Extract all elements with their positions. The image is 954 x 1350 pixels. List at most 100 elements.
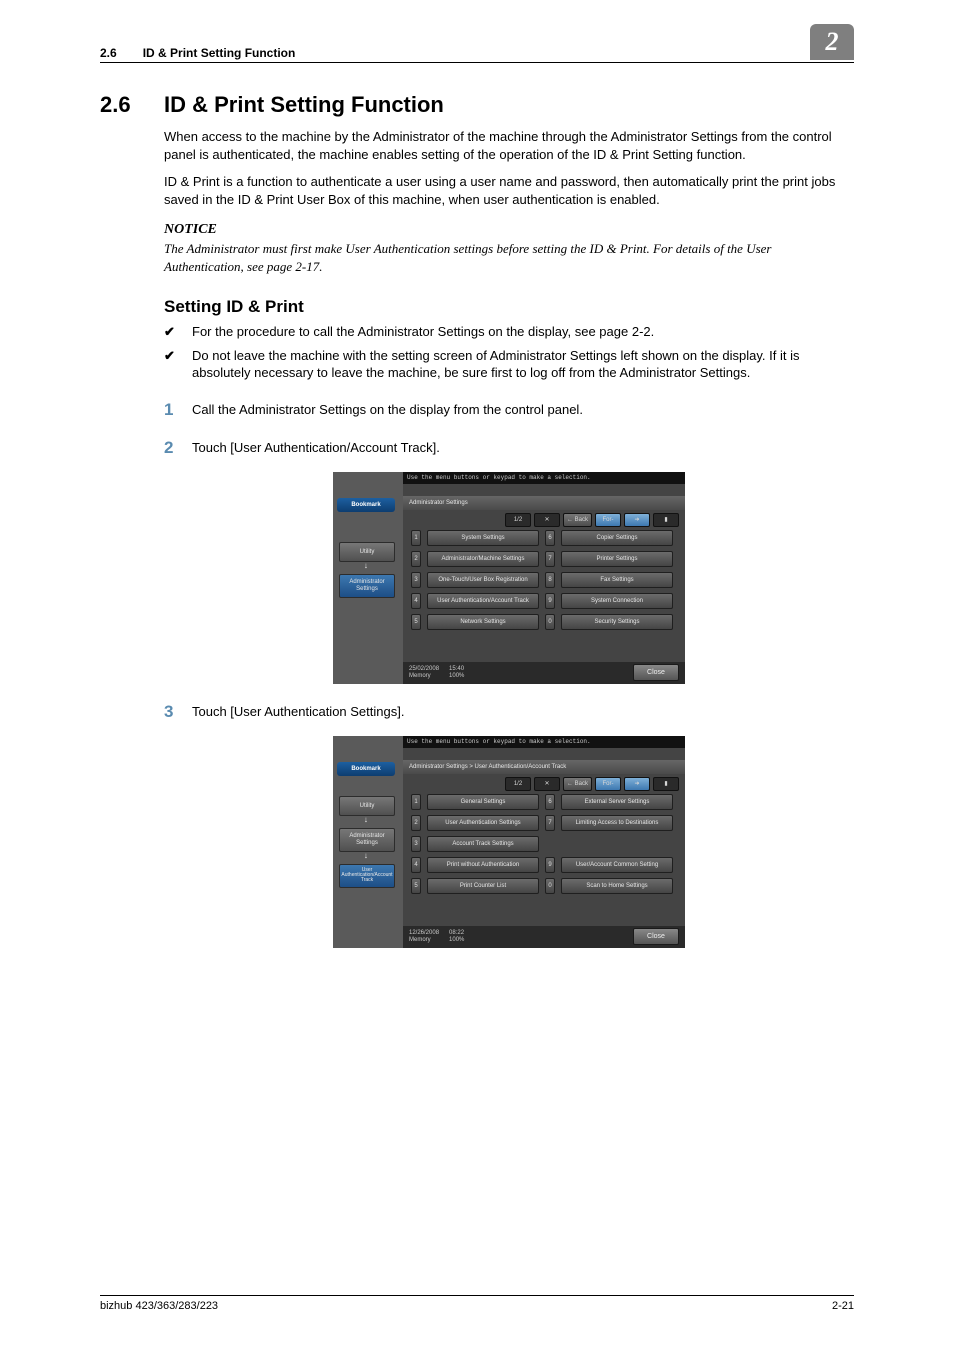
pager-back-button[interactable]: ← Back bbox=[563, 777, 592, 791]
menu-item-number[interactable]: 3 bbox=[411, 836, 421, 852]
checkmark-icon: ✔ bbox=[164, 323, 192, 341]
menu-item-button[interactable]: Copier Settings bbox=[561, 530, 673, 546]
close-button[interactable]: Close bbox=[633, 928, 679, 945]
menu-item-number[interactable]: 0 bbox=[545, 878, 555, 894]
menu-item-button[interactable]: Printer Settings bbox=[561, 551, 673, 567]
page-footer: bizhub 423/363/283/223 2-21 bbox=[100, 1295, 854, 1312]
pager-forward-arrow-button[interactable]: ➜ bbox=[624, 513, 650, 527]
menu-item-button[interactable]: Limiting Access to Destinations bbox=[561, 815, 673, 831]
menu-item-button[interactable]: Scan to Home Settings bbox=[561, 878, 673, 894]
pager-close-icon[interactable]: ✕ bbox=[534, 513, 560, 527]
footer-model: bizhub 423/363/283/223 bbox=[100, 1300, 218, 1312]
sidebar-utility-button[interactable]: Utility bbox=[339, 796, 395, 816]
screenshot-sidebar: Bookmark Utility ↓ Administrator Setting… bbox=[333, 736, 403, 948]
pager-end-icon[interactable]: ▮ bbox=[653, 513, 679, 527]
menu-item-number[interactable]: 6 bbox=[545, 794, 555, 810]
chapter-number: 2 bbox=[826, 27, 839, 57]
menu-item-button[interactable]: Print Counter List bbox=[427, 878, 539, 894]
pager-forward-button[interactable]: For- bbox=[595, 777, 621, 791]
header-section-number: 2.6 bbox=[100, 46, 117, 60]
menu-item-button[interactable]: Print without Authentication bbox=[427, 857, 539, 873]
pager-end-icon[interactable]: ▮ bbox=[653, 777, 679, 791]
notice-body: The Administrator must first make User A… bbox=[164, 240, 854, 275]
screenshot-user-auth-account-track: Bookmark Utility ↓ Administrator Setting… bbox=[333, 736, 685, 948]
status-memory-label: Memory bbox=[409, 937, 431, 943]
menu-item-button[interactable]: Network Settings bbox=[427, 614, 539, 630]
menu-item-number[interactable]: 7 bbox=[545, 815, 555, 831]
pager-forward-button[interactable]: For- bbox=[595, 513, 621, 527]
menu-item-button[interactable]: Security Settings bbox=[561, 614, 673, 630]
paragraph: When access to the machine by the Admini… bbox=[164, 128, 854, 163]
menu-item-number[interactable]: 0 bbox=[545, 614, 555, 630]
step-number: 3 bbox=[164, 702, 192, 722]
section-title: ID & Print Setting Function bbox=[164, 92, 444, 118]
paragraph: ID & Print is a function to authenticate… bbox=[164, 173, 854, 208]
pager-forward-arrow-button[interactable]: ➜ bbox=[624, 777, 650, 791]
page-indicator: 1/2 bbox=[505, 513, 531, 527]
arrow-down-icon: ↓ bbox=[361, 816, 371, 826]
menu-grid: 1 System Settings 6 Copier Settings 2 Adminis… bbox=[411, 530, 679, 630]
page-indicator: 1/2 bbox=[505, 777, 531, 791]
step-text: Touch [User Authentication/Account Track… bbox=[192, 438, 440, 455]
menu-item-button[interactable]: External Server Settings bbox=[561, 794, 673, 810]
bullet-text: Do not leave the machine with the settin… bbox=[192, 347, 854, 382]
menu-item-number[interactable]: 5 bbox=[411, 878, 421, 894]
menu-item-number[interactable]: 9 bbox=[545, 593, 555, 609]
sidebar-utility-button[interactable]: Utility bbox=[339, 542, 395, 562]
menu-item-button[interactable]: User Authentication Settings bbox=[427, 815, 539, 831]
arrow-down-icon: ↓ bbox=[361, 562, 371, 572]
menu-item-number[interactable]: 3 bbox=[411, 572, 421, 588]
sidebar-admin-settings-button[interactable]: Administrator Settings bbox=[339, 574, 395, 598]
screenshot-sidebar: Bookmark Utility ↓ Administrator Setting… bbox=[333, 472, 403, 684]
menu-item-button[interactable]: One-Touch/User Box Registration bbox=[427, 572, 539, 588]
chapter-badge: 2 bbox=[810, 24, 854, 60]
breadcrumb: Administrator Settings > User Authentica… bbox=[403, 760, 685, 774]
step-number: 2 bbox=[164, 438, 192, 458]
sidebar-user-auth-button[interactable]: User Authentication/Account Track bbox=[339, 864, 395, 888]
menu-item-button[interactable]: General Settings bbox=[427, 794, 539, 810]
menu-item-number[interactable]: 2 bbox=[411, 815, 421, 831]
menu-item-number[interactable]: 4 bbox=[411, 857, 421, 873]
bookmark-tab[interactable]: Bookmark bbox=[337, 762, 395, 776]
sidebar-admin-settings-button[interactable]: Administrator Settings bbox=[339, 828, 395, 852]
menu-item-button[interactable]: Administrator/Machine Settings bbox=[427, 551, 539, 567]
status-memory-value: 100% bbox=[449, 673, 464, 679]
menu-grid: 1 General Settings 6 External Server Settin… bbox=[411, 794, 679, 894]
menu-item-button[interactable]: User Authentication/Account Track bbox=[427, 593, 539, 609]
header-section-title: ID & Print Setting Function bbox=[143, 46, 296, 60]
checkmark-icon: ✔ bbox=[164, 347, 192, 365]
menu-item-number[interactable]: 7 bbox=[545, 551, 555, 567]
step-number: 1 bbox=[164, 400, 192, 420]
step-text: Call the Administrator Settings on the d… bbox=[192, 400, 583, 417]
menu-item-button[interactable]: System Connection bbox=[561, 593, 673, 609]
arrow-down-icon: ↓ bbox=[361, 852, 371, 862]
bookmark-tab[interactable]: Bookmark bbox=[337, 498, 395, 512]
menu-item-number[interactable]: 9 bbox=[545, 857, 555, 873]
menu-item-number[interactable]: 1 bbox=[411, 530, 421, 546]
menu-item-button[interactable]: System Settings bbox=[427, 530, 539, 546]
pager-close-icon[interactable]: ✕ bbox=[534, 777, 560, 791]
step-text: Touch [User Authentication Settings]. bbox=[192, 702, 404, 719]
subsection-title: Setting ID & Print bbox=[164, 297, 854, 317]
status-time: 15:40 bbox=[449, 666, 464, 672]
pager-back-button[interactable]: ← Back bbox=[563, 513, 592, 527]
section-number: 2.6 bbox=[100, 92, 164, 118]
menu-item-number[interactable]: 8 bbox=[545, 572, 555, 588]
menu-item-number[interactable]: 6 bbox=[545, 530, 555, 546]
pager: 1/2 ✕ ← Back For- ➜ ▮ bbox=[505, 514, 679, 527]
menu-item-button[interactable]: Account Track Settings bbox=[427, 836, 539, 852]
menu-item-number[interactable]: 5 bbox=[411, 614, 421, 630]
notice-label: NOTICE bbox=[164, 222, 854, 238]
menu-item-button[interactable]: Fax Settings bbox=[561, 572, 673, 588]
screenshot-admin-settings: Bookmark Utility ↓ Administrator Setting… bbox=[333, 472, 685, 684]
close-button[interactable]: Close bbox=[633, 664, 679, 681]
menu-item-number[interactable]: 4 bbox=[411, 593, 421, 609]
status-date: 25/02/2008 bbox=[409, 666, 439, 672]
menu-item-button[interactable]: User/Account Common Setting bbox=[561, 857, 673, 873]
bullet-text: For the procedure to call the Administra… bbox=[192, 323, 654, 341]
status-memory-value: 100% bbox=[449, 937, 464, 943]
status-time: 08:22 bbox=[449, 930, 464, 936]
footer-page-number: 2-21 bbox=[832, 1300, 854, 1312]
menu-item-number[interactable]: 2 bbox=[411, 551, 421, 567]
menu-item-number[interactable]: 1 bbox=[411, 794, 421, 810]
